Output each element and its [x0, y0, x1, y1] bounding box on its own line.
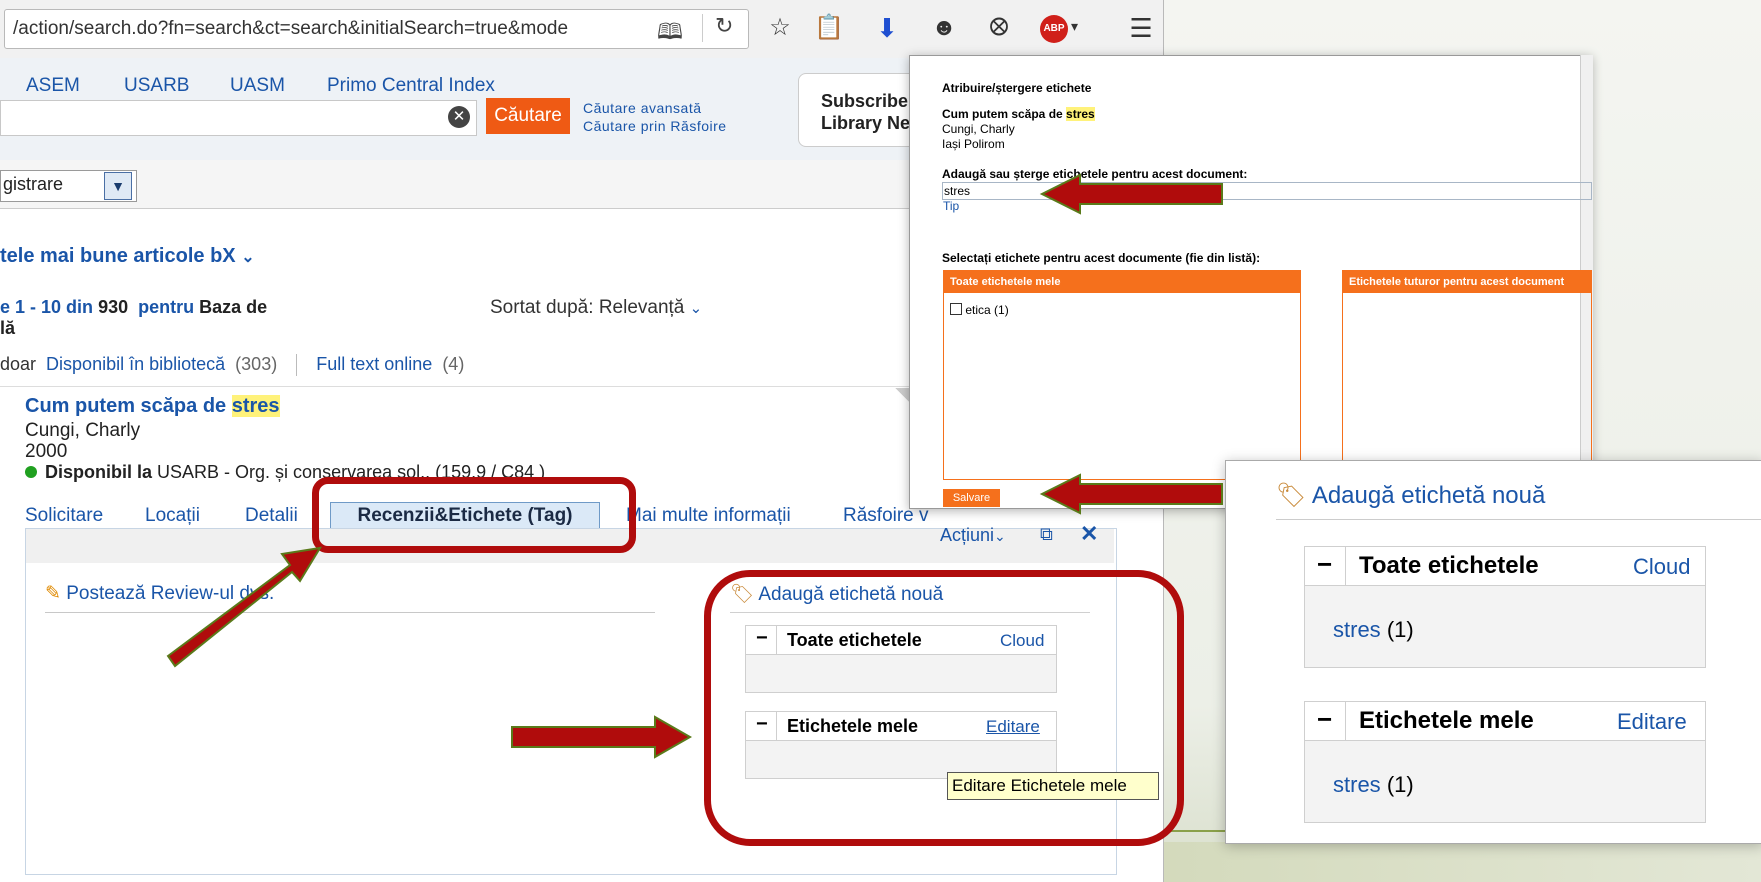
annotation-arrows [166, 173, 1223, 759]
arrow-left-icon-input [1039, 173, 1223, 215]
arrow-right-icon [511, 715, 693, 759]
arrow-up-right-icon [166, 546, 322, 668]
arrow-left-icon-save [1039, 473, 1223, 515]
